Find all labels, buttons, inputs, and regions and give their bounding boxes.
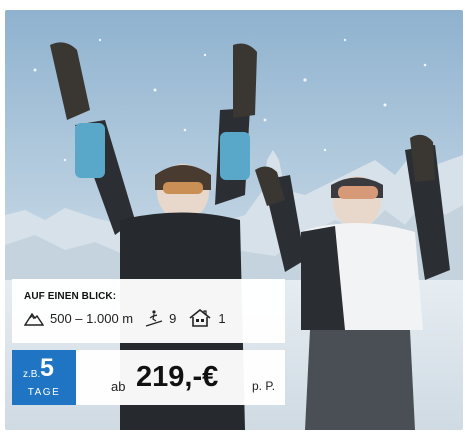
altitude-value: 500 – 1.000 m bbox=[50, 310, 134, 326]
price-value: 219,-€ bbox=[136, 361, 219, 393]
house-icon bbox=[188, 309, 212, 327]
price-suffix: p. P. bbox=[252, 379, 276, 393]
at-a-glance-title: AUF EINEN BLICK: bbox=[24, 291, 117, 302]
accommodations-value: 1 bbox=[218, 310, 226, 326]
duration-unit: TAGE bbox=[27, 387, 61, 398]
lifts-value: 9 bbox=[169, 310, 177, 326]
mountain-icon bbox=[24, 310, 44, 326]
price-prefix: ab bbox=[111, 379, 126, 394]
duration-prefix: z.B. bbox=[23, 369, 41, 380]
facts-row: 500 – 1.000 m 9 1 bbox=[24, 307, 226, 329]
duration-badge: z.B. 5 TAGE bbox=[12, 350, 76, 405]
duration-number: 5 bbox=[40, 354, 54, 382]
at-a-glance-box: AUF EINEN BLICK: 500 – 1.000 m 9 1 bbox=[12, 279, 285, 343]
price-box: ab 219,-€ p. P. bbox=[76, 350, 285, 405]
price-row[interactable]: z.B. 5 TAGE ab 219,-€ p. P. bbox=[12, 350, 285, 405]
offer-card[interactable]: AUF EINEN BLICK: 500 – 1.000 m 9 1 z.B. … bbox=[5, 10, 463, 430]
ski-lift-icon bbox=[145, 309, 163, 327]
